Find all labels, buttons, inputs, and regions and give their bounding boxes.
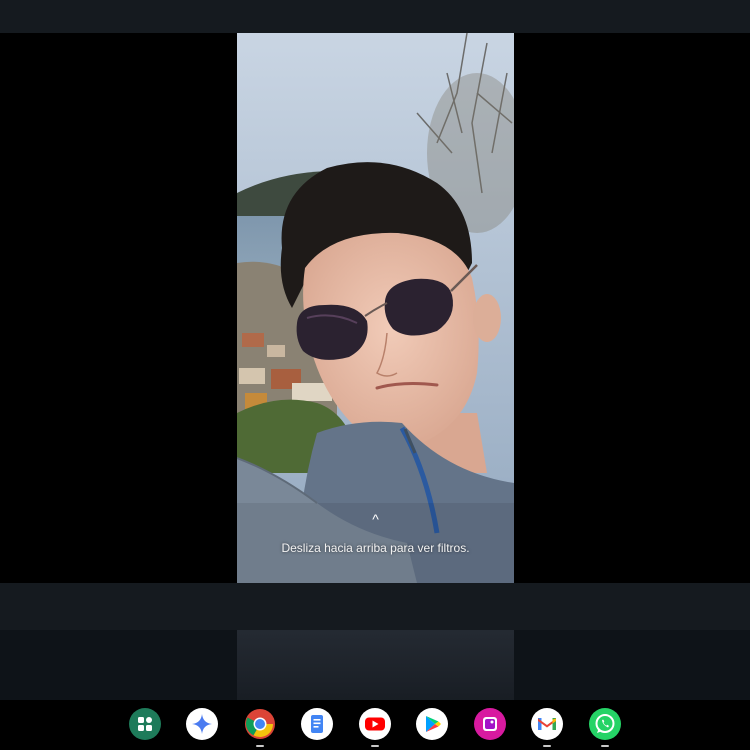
- photo-image: [237, 33, 514, 583]
- chevron-up-icon[interactable]: ^: [237, 511, 514, 527]
- filter-bar: [0, 583, 750, 630]
- taskbar-shelf: [0, 700, 750, 750]
- youtube-icon[interactable]: [359, 708, 391, 747]
- play-store-icon[interactable]: [416, 708, 448, 740]
- running-indicator: [256, 745, 264, 747]
- running-indicator: [601, 745, 609, 747]
- photo-reflection: [237, 630, 514, 700]
- filmstrip-area: [0, 630, 750, 700]
- swipe-hint-text: Desliza hacia arriba para ver filtros.: [281, 541, 470, 555]
- top-bar: [0, 0, 750, 33]
- running-indicator: [543, 745, 551, 747]
- running-indicator: [371, 745, 379, 747]
- gallery-icon[interactable]: [474, 708, 506, 740]
- docs-icon[interactable]: [301, 708, 333, 740]
- gmail-icon[interactable]: [531, 708, 563, 747]
- whatsapp-icon[interactable]: [589, 708, 621, 747]
- chrome-icon[interactable]: [244, 708, 276, 747]
- selfie-photo[interactable]: ^ Desliza hacia arriba para ver filtros.: [237, 33, 514, 583]
- photo-viewer: ^ Desliza hacia arriba para ver filtros.: [0, 33, 750, 583]
- gemini-icon[interactable]: [186, 708, 218, 740]
- launcher-icon[interactable]: [129, 708, 161, 740]
